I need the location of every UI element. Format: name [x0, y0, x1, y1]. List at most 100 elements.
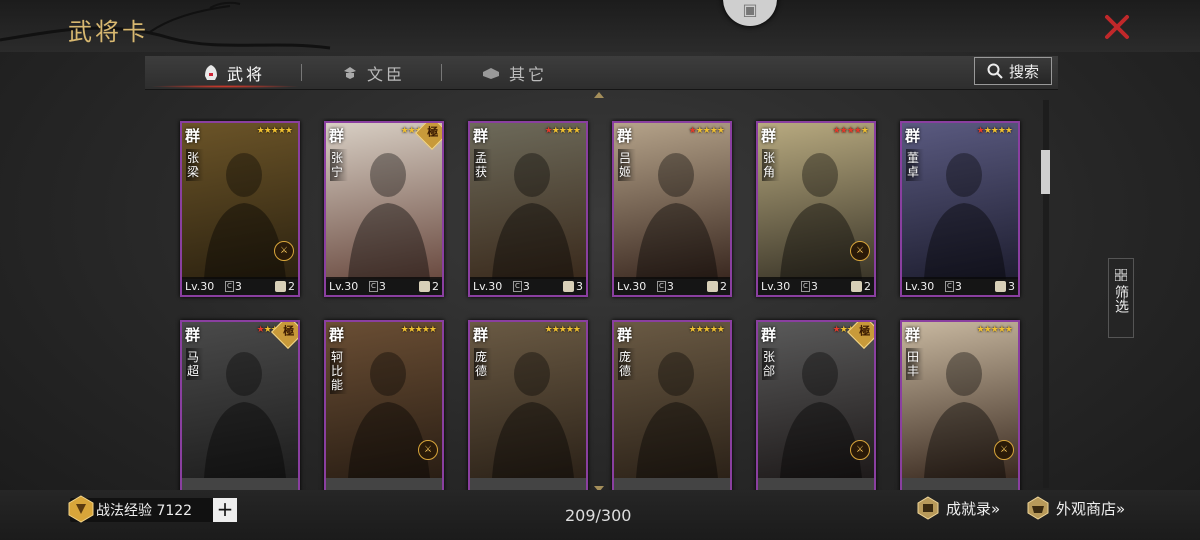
general-card[interactable]: 群 ★★★★★ 吕姬 Lv.30 C 3 2: [612, 121, 732, 297]
card-footer: Lv.30 C 3 2: [758, 277, 874, 295]
star-icon: ★: [832, 325, 841, 335]
troop-value: 3: [576, 279, 583, 293]
general-portrait: [470, 322, 586, 478]
general-portrait: [614, 123, 730, 279]
tab-label: 武将: [227, 64, 266, 84]
star-icon: ★: [1004, 126, 1013, 136]
sp-emblem-icon: ⚔: [274, 241, 294, 261]
card-grid: 群★★★★★张梁⚔ Lv.30 C 3 2 群★★★★★张宁極 Lv.30 C …: [175, 118, 1035, 490]
shop-icon: [1027, 496, 1049, 520]
star-icon: ★: [414, 325, 423, 335]
cost-value: 3: [234, 279, 242, 293]
general-card[interactable]: 群 ★★★★★ 孟获 Lv.30 C 3 3: [468, 121, 588, 297]
star-icon: ★: [270, 126, 279, 136]
tab-ministers[interactable]: 文臣: [341, 56, 405, 89]
search-label: 搜索: [1008, 62, 1039, 81]
general-name: 张角: [762, 149, 780, 181]
star-icon: ★: [976, 325, 985, 335]
star-icon: ★: [558, 126, 567, 136]
cost-indicator: C 3: [369, 280, 409, 293]
general-portrait: [902, 123, 1018, 279]
star-icon: ★: [997, 126, 1006, 136]
cost-icon: C: [513, 280, 522, 292]
star-icon: ★: [709, 126, 718, 136]
cost-value: 3: [810, 279, 818, 293]
scroll-up-arrow-icon[interactable]: [594, 92, 604, 98]
general-name: 董卓: [906, 149, 924, 181]
sp-emblem-icon: ⚔: [850, 440, 870, 460]
level-label: Lv.30: [761, 279, 791, 293]
extreme-badge-label: 極: [427, 125, 439, 139]
level-label: Lv.30: [329, 279, 359, 293]
faction-label: 群: [617, 326, 633, 344]
scrollbar-thumb[interactable]: [1041, 150, 1050, 194]
filter-button[interactable]: 筛选: [1108, 258, 1134, 338]
general-card[interactable]: 群 ★★★★★ 庞德: [612, 320, 732, 490]
tab-label: 文臣: [367, 64, 406, 84]
extreme-badge-label: 極: [283, 324, 295, 338]
active-tab-indicator: [150, 85, 300, 88]
general-name: 轲比能: [330, 348, 348, 394]
general-card[interactable]: 群 ★★★★★ 庞德: [468, 320, 588, 490]
page-title: 武将卡: [68, 18, 149, 46]
star-rating: ★★★★★: [833, 126, 869, 136]
general-card[interactable]: 群 ★★★★★ 张梁 ⚔ Lv.30 C 3 2: [180, 121, 300, 297]
star-icon: ★: [565, 325, 574, 335]
close-icon[interactable]: [1102, 12, 1132, 42]
general-name: 张郃: [762, 348, 780, 380]
troop-indicator: 2: [419, 280, 439, 293]
faction-label: 群: [329, 326, 345, 344]
star-icon: ★: [572, 126, 581, 136]
star-rating: ★★★★★: [689, 126, 725, 136]
helmet-icon: [205, 64, 217, 80]
general-card[interactable]: 群 ★★★★★ 张角 ⚔ Lv.30 C 3 2: [756, 121, 876, 297]
sp-emblem-icon: ⚔: [994, 440, 1014, 460]
sp-emblem-icon: ⚔: [418, 440, 438, 460]
troop-value: 2: [288, 279, 295, 293]
faction-label: 群: [473, 326, 489, 344]
tab-divider: [441, 64, 442, 81]
faction-label: 群: [761, 127, 777, 145]
general-card[interactable]: 群 ★★★★★ 轲比能 ⚔: [324, 320, 444, 490]
scholar-icon: [344, 66, 356, 79]
level-label: Lv.30: [905, 279, 935, 293]
troop-type-icon: [563, 280, 574, 292]
star-rating: ★★★★★: [545, 126, 581, 136]
star-icon: ★: [839, 325, 848, 335]
tactic-exp-icon: [68, 495, 94, 523]
achievements-button[interactable]: 成就录»: [916, 496, 1000, 520]
star-icon: ★: [716, 325, 725, 335]
star-icon: ★: [400, 325, 409, 335]
general-card[interactable]: 群 ★★★★★ 董卓 Lv.30 C 3 3: [900, 121, 1020, 297]
troop-value: 2: [864, 279, 871, 293]
star-icon: ★: [572, 325, 581, 335]
cost-icon: C: [801, 280, 810, 292]
star-icon: ★: [860, 126, 869, 136]
troop-type-icon: [995, 280, 1006, 292]
troop-value: 2: [720, 279, 727, 293]
achievement-icon: [917, 496, 939, 520]
star-icon: ★: [709, 325, 718, 335]
star-icon: ★: [256, 126, 265, 136]
add-exp-button[interactable]: +: [213, 498, 237, 522]
star-icon: ★: [990, 325, 999, 335]
grid-icon: [1115, 269, 1127, 281]
general-name: 田丰: [906, 348, 924, 380]
general-name: 吕姬: [618, 149, 636, 181]
star-icon: ★: [839, 126, 848, 136]
general-card[interactable]: 群★★★★★张宁極 Lv.30 C 3 2: [324, 121, 444, 297]
cost-indicator: C 3: [945, 280, 985, 293]
general-name: 庞德: [618, 348, 636, 380]
tab-others[interactable]: 其它: [481, 56, 547, 89]
star-rating: ★★★★★: [976, 325, 1013, 335]
card-footer: Lv.30 C 3 2: [326, 277, 442, 295]
star-icon: ★: [990, 126, 999, 136]
search-button[interactable]: 搜索: [974, 57, 1052, 85]
level-label: Lv.30: [185, 279, 215, 293]
general-card[interactable]: 群★★★★★张郃極⚔: [756, 320, 876, 490]
star-icon: ★: [551, 126, 560, 136]
appearance-shop-button[interactable]: 外观商店»: [1026, 496, 1125, 520]
general-card[interactable]: 群 ★★★★★ 田丰 ⚔: [900, 320, 1020, 490]
general-card[interactable]: 群★★★★★马超極: [180, 320, 300, 490]
star-icon: ★: [428, 325, 437, 335]
